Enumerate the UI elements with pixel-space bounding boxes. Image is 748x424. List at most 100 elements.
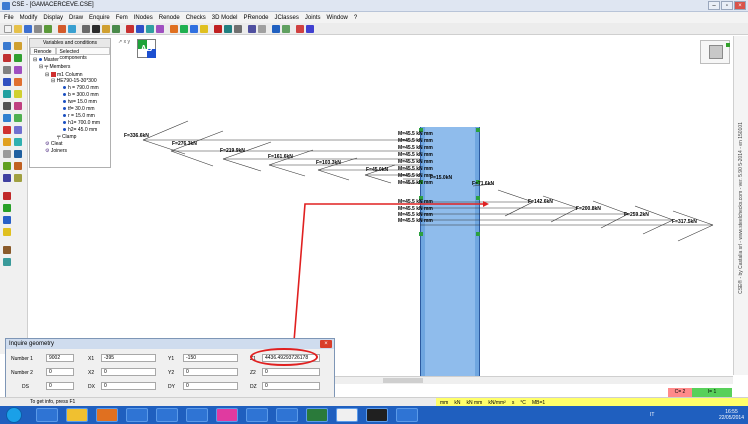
menu-window[interactable]: Window [327, 15, 348, 21]
tree-column[interactable]: ⊟ m1 Column [45, 72, 83, 78]
tool-layer-icon[interactable] [3, 174, 11, 182]
dz-field[interactable]: 0 [262, 382, 320, 390]
tree-members[interactable]: ⊟ ╤ Members [39, 65, 70, 70]
tool-filter-icon[interactable] [14, 174, 22, 182]
row1-value[interactable]: 9002 [46, 354, 74, 362]
y1-field[interactable]: -150 [183, 354, 238, 362]
ds-field[interactable]: 0 [46, 382, 74, 390]
tool-zoom-icon[interactable] [14, 114, 22, 122]
task-app-10-icon[interactable] [306, 408, 328, 422]
system-clock[interactable]: 16:55 22/05/2014 [719, 409, 744, 421]
maximize-button[interactable]: ▫ [721, 1, 733, 10]
unit-mb[interactable]: MB=1 [532, 400, 545, 406]
measure-icon[interactable] [248, 25, 256, 33]
copy-icon[interactable] [44, 25, 52, 33]
x1-field[interactable]: -395 [101, 354, 156, 362]
task-app-13-icon[interactable] [396, 408, 418, 422]
tool-report-icon[interactable] [14, 162, 22, 170]
unit-stress[interactable]: kN/mm² [488, 400, 506, 406]
menu-fem[interactable]: Fem [116, 15, 128, 21]
zoom-icon[interactable] [156, 25, 164, 33]
render-icon[interactable] [180, 25, 188, 33]
help-icon[interactable] [306, 25, 314, 33]
task-app-8-icon[interactable] [246, 408, 268, 422]
print-icon[interactable] [34, 25, 42, 33]
load-icon[interactable] [126, 25, 134, 33]
tool-view-icon[interactable] [3, 90, 11, 98]
tree-cleat[interactable]: ⚙ Cleat [45, 142, 63, 147]
task-app-1-icon[interactable] [36, 408, 58, 422]
language-indicator[interactable]: IT [650, 412, 654, 418]
tool-rotate-icon[interactable] [3, 114, 11, 122]
weld-icon[interactable] [214, 25, 222, 33]
tool-section-icon[interactable] [3, 246, 11, 254]
start-button[interactable] [6, 407, 22, 423]
display-icon[interactable] [272, 25, 280, 33]
unit-force[interactable]: kN [454, 400, 460, 406]
menu-modify[interactable]: Modify [20, 15, 38, 21]
dialog-close-button[interactable]: × [320, 340, 332, 348]
task-skype-icon[interactable] [216, 408, 238, 422]
bolt-icon[interactable] [200, 25, 208, 33]
minimize-button[interactable]: – [708, 1, 720, 10]
tool-plate-icon[interactable] [3, 78, 11, 86]
redo-icon[interactable] [68, 25, 76, 33]
tool-select-icon[interactable] [3, 42, 11, 50]
tool-green-arrow-icon[interactable] [3, 204, 11, 212]
tool-move-icon[interactable] [3, 138, 11, 146]
row2-value[interactable]: 0 [46, 368, 74, 376]
task-app-6-icon[interactable] [186, 408, 208, 422]
plate-icon[interactable] [224, 25, 232, 33]
pan-icon[interactable] [170, 25, 178, 33]
unit-time[interactable]: s [512, 400, 515, 406]
tool-check-icon[interactable] [3, 162, 11, 170]
task-app-4-icon[interactable] [126, 408, 148, 422]
tool-bolt-icon[interactable] [3, 66, 11, 74]
new-icon[interactable] [4, 25, 12, 33]
unit-temperature[interactable]: °C [520, 400, 526, 406]
menu-inodes[interactable]: INodes [134, 15, 153, 21]
select-icon[interactable] [82, 25, 90, 33]
dy-field[interactable]: 0 [183, 382, 238, 390]
delete-icon[interactable] [296, 25, 304, 33]
tool-force-icon[interactable] [3, 54, 11, 62]
view-icon[interactable] [136, 25, 144, 33]
tree-clamp[interactable]: ╤ Clamp [57, 135, 76, 140]
tool-weld-icon[interactable] [14, 66, 22, 74]
tool-export-icon[interactable] [14, 150, 22, 158]
tree-section[interactable]: ⊟ HE790-15-30*300 [51, 79, 97, 84]
menu-3d-model[interactable]: 3D Model [212, 15, 238, 21]
tool-solid-icon[interactable] [3, 258, 11, 266]
menu-joints[interactable]: Joints [305, 15, 321, 21]
menu-enquire[interactable]: Enquire [89, 15, 110, 21]
menu-draw[interactable]: Draw [69, 15, 83, 21]
unit-length[interactable]: mm [440, 400, 448, 406]
save-icon[interactable] [24, 25, 32, 33]
tool-red-arrow-icon[interactable] [3, 192, 11, 200]
unit-moment[interactable]: kN mm [466, 400, 482, 406]
options-icon[interactable] [258, 25, 266, 33]
undo-icon[interactable] [58, 25, 66, 33]
menu-display[interactable]: Display [43, 15, 63, 21]
menu-help[interactable]: ? [354, 15, 357, 21]
open-icon[interactable] [14, 25, 22, 33]
menu-jclasses[interactable]: JClasses [275, 15, 299, 21]
node-icon[interactable] [102, 25, 110, 33]
task-cse-icon[interactable] [336, 408, 358, 422]
task-app-9-icon[interactable] [276, 408, 298, 422]
member-icon[interactable] [112, 25, 120, 33]
task-app-12-icon[interactable] [366, 408, 388, 422]
tool-grid-icon[interactable] [3, 102, 11, 110]
tab-selected-components[interactable]: Selected components [55, 47, 110, 61]
tool-copy-icon[interactable] [14, 126, 22, 134]
tool-node-icon[interactable] [14, 42, 22, 50]
tool-blue-arrow-icon[interactable] [3, 216, 11, 224]
z2-field[interactable]: 0 [262, 368, 320, 376]
task-app-5-icon[interactable] [156, 408, 178, 422]
check-icon[interactable] [234, 25, 242, 33]
menu-checks[interactable]: Checks [186, 15, 206, 21]
menu-file[interactable]: File [4, 15, 14, 21]
joint-icon[interactable] [190, 25, 198, 33]
tool-mirror-icon[interactable] [14, 138, 22, 146]
grid-icon[interactable] [92, 25, 100, 33]
